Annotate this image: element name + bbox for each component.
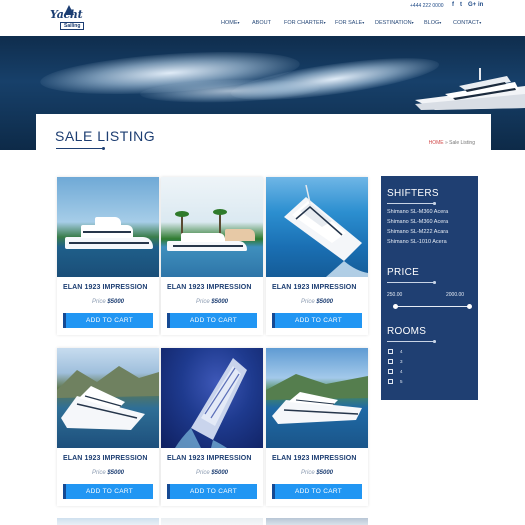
listing-card[interactable]: ELAN 1923 IMPRESSION Price $5000 ADD TO …	[161, 177, 263, 335]
yacht-image[interactable]	[266, 348, 368, 448]
logo[interactable]: Yacht Sailing	[48, 5, 90, 34]
breadcrumb-separator: »	[444, 140, 448, 146]
price-min-label: 250.00	[387, 292, 403, 298]
add-to-cart-button[interactable]: ADD TO CART	[63, 484, 153, 499]
listing-name[interactable]: ELAN 1923 IMPRESSION	[63, 284, 147, 291]
breadcrumb: HOME » Sale Listing	[429, 140, 475, 146]
nav-label: FOR CHARTER	[284, 20, 324, 26]
linkedin-icon[interactable]: in	[478, 2, 483, 8]
nav-label: BLOG	[424, 20, 440, 26]
listing-card[interactable]: ELAN 1923 IMPRESSION Price $5000 ADD TO …	[161, 348, 263, 506]
page-title-panel: SALE LISTING HOME » Sale Listing	[36, 114, 491, 154]
listing-card-peek	[161, 518, 263, 525]
heading-underline	[387, 340, 436, 342]
listing-price: Price $5000	[195, 470, 229, 476]
room-option-label: 3	[400, 359, 403, 364]
yacht-image[interactable]	[161, 177, 263, 277]
chevron-down-icon: ▾	[323, 20, 326, 25]
listing-name[interactable]: ELAN 1923 IMPRESSION	[272, 284, 356, 291]
nav-label: FOR SALE	[335, 20, 363, 26]
room-option-label: 5	[400, 379, 403, 384]
price-min-handle[interactable]	[393, 304, 398, 309]
room-option-label: 4	[400, 349, 403, 354]
listing-card[interactable]: ELAN 1923 IMPRESSION Price $5000 ADD TO …	[57, 177, 159, 335]
nav-destination[interactable]: DESTINATION▾	[375, 20, 414, 26]
breadcrumb-home[interactable]: HOME	[429, 140, 444, 146]
nav-home[interactable]: HOME▾	[221, 20, 240, 26]
listing-card[interactable]: ELAN 1923 IMPRESSION Price $5000 ADD TO …	[266, 348, 368, 506]
price-heading: PRICE	[387, 267, 420, 278]
yacht-image[interactable]	[161, 348, 263, 448]
nav-contact[interactable]: CONTACT▾	[453, 20, 481, 26]
listing-price: Price $5000	[91, 299, 125, 305]
google-plus-icon[interactable]: G+	[468, 2, 476, 8]
shifter-option[interactable]: Shimano SL-M222 Acara	[387, 229, 448, 235]
listing-price: Price $5000	[91, 470, 125, 476]
header: Yacht Sailing +444 222 0000 f t G+ in HO…	[0, 0, 525, 36]
shifter-option[interactable]: Shimano SL-1010 Acera	[387, 239, 447, 245]
phone-number: +444 222 0000	[410, 3, 444, 9]
listing-price: Price $5000	[300, 299, 334, 305]
listing-price: Price $5000	[300, 470, 334, 476]
chevron-down-icon: ▾	[237, 20, 240, 25]
rooms-heading: ROOMS	[387, 326, 427, 337]
yacht-image[interactable]	[57, 348, 159, 448]
room-checkbox[interactable]	[388, 349, 393, 354]
listing-name[interactable]: ELAN 1923 IMPRESSION	[167, 284, 251, 291]
price-max-label: 2000.00	[446, 292, 465, 298]
nav-label: HOME	[221, 20, 238, 26]
logo-wordmark: Yacht	[50, 8, 83, 21]
nav-for-sale[interactable]: FOR SALE▾	[335, 20, 364, 26]
nav-label: DESTINATION	[375, 20, 412, 26]
shifter-option[interactable]: Shimano SL-M360 Acera	[387, 209, 448, 215]
nav-blog[interactable]: BLOG▾	[424, 20, 441, 26]
logo-subtitle: Sailing	[60, 22, 85, 30]
room-checkbox[interactable]	[388, 359, 393, 364]
listing-card-peek	[266, 518, 368, 525]
listing-name[interactable]: ELAN 1923 IMPRESSION	[272, 455, 356, 462]
listing-card[interactable]: ELAN 1923 IMPRESSION Price $5000 ADD TO …	[266, 177, 368, 335]
price-range-slider[interactable]	[393, 304, 472, 309]
twitter-icon[interactable]: t	[460, 2, 462, 8]
nav-about[interactable]: ABOUT	[252, 20, 271, 26]
yacht-image[interactable]	[266, 177, 368, 277]
add-to-cart-button[interactable]: ADD TO CART	[63, 313, 153, 328]
listing-card-peek	[57, 518, 159, 525]
shifter-option[interactable]: Shimano SL-M360 Acera	[387, 219, 448, 225]
breadcrumb-current: Sale Listing	[449, 140, 475, 146]
price-max-handle[interactable]	[467, 304, 472, 309]
shifters-heading: SHIFTERS	[387, 188, 439, 199]
chevron-down-icon: ▾	[362, 20, 365, 25]
nav-label: ABOUT	[252, 20, 271, 26]
page-title: SALE LISTING	[55, 128, 156, 144]
room-option-label: 4	[400, 369, 403, 374]
add-to-cart-button[interactable]: ADD TO CART	[167, 484, 257, 499]
rooms-filter: ROOMS 4 3 4 5	[381, 320, 478, 400]
facebook-icon[interactable]: f	[452, 2, 454, 8]
add-to-cart-button[interactable]: ADD TO CART	[272, 313, 362, 328]
room-checkbox[interactable]	[388, 369, 393, 374]
listing-card[interactable]: ELAN 1923 IMPRESSION Price $5000 ADD TO …	[57, 348, 159, 506]
title-underline	[56, 147, 105, 150]
heading-underline	[387, 281, 436, 283]
listing-price: Price $5000	[195, 299, 229, 305]
chevron-down-icon: ▾	[479, 20, 482, 25]
listing-name[interactable]: ELAN 1923 IMPRESSION	[63, 455, 147, 462]
yacht-image[interactable]	[57, 177, 159, 277]
chevron-down-icon: ▾	[411, 20, 414, 25]
listing-name[interactable]: ELAN 1923 IMPRESSION	[167, 455, 251, 462]
chevron-down-icon: ▾	[439, 20, 442, 25]
nav-for-charter[interactable]: FOR CHARTER▾	[284, 20, 326, 26]
add-to-cart-button[interactable]: ADD TO CART	[272, 484, 362, 499]
heading-underline	[387, 202, 436, 204]
add-to-cart-button[interactable]: ADD TO CART	[167, 313, 257, 328]
hero-yacht-image	[415, 68, 525, 110]
nav-label: CONTACT	[453, 20, 480, 26]
room-checkbox[interactable]	[388, 379, 393, 384]
